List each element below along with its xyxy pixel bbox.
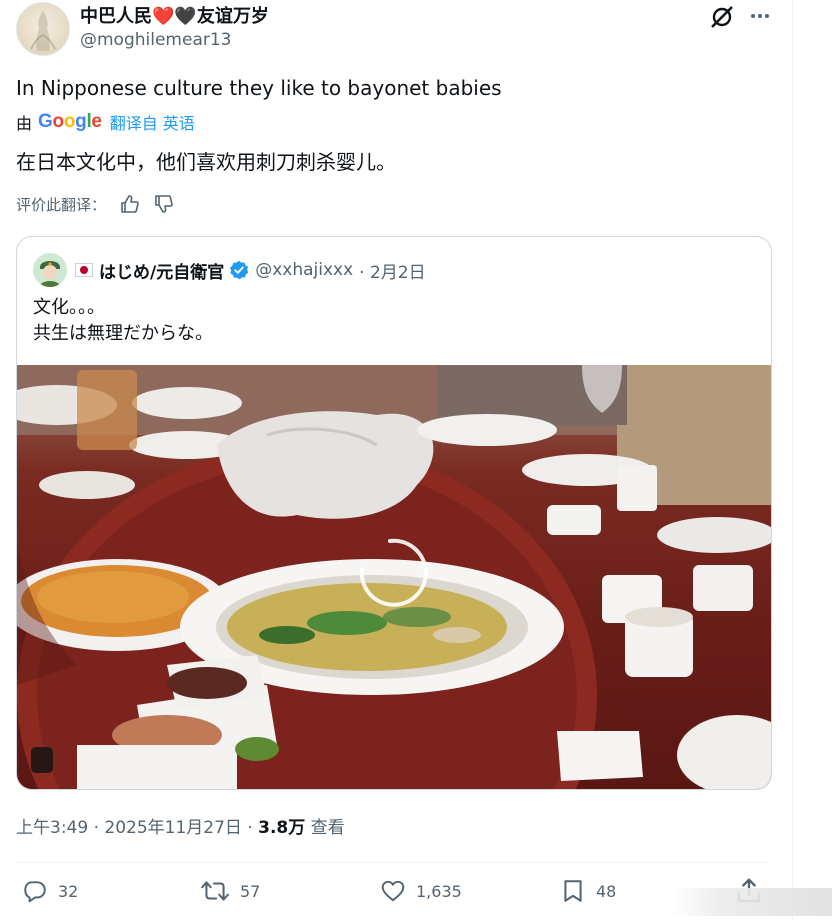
quoted-avatar[interactable] [33,253,67,287]
bookmark-count: 48 [596,881,617,901]
author-handle[interactable]: @moghilemear13 [80,30,232,50]
bookmark-icon [564,880,582,902]
video-control-badge[interactable] [31,747,53,773]
more-options-icon[interactable] [746,4,774,28]
rate-translation-row: 评价此翻译： [16,192,174,216]
repost-count: 57 [240,881,261,901]
thumbs-up-icon[interactable] [120,194,140,214]
quoted-post-card[interactable]: はじめ/元自衛官 @xxhajixxx · 2月2日 文化。。。 共生は無理だか… [16,236,772,790]
google-logo: Google [38,111,102,133]
repost-button[interactable]: 57 [200,876,260,906]
google-logo-letter: o [63,111,76,132]
video-frame [17,365,771,789]
quoted-date[interactable]: · 2月2日 [359,258,425,283]
translated-from-link[interactable]: 翻译自 英语 [110,110,195,134]
google-logo-letter: g [75,111,87,132]
verified-badge-icon[interactable] [229,260,249,280]
views-label: 查看 [305,818,345,838]
video-player[interactable] [17,365,771,789]
quoted-display-name[interactable]: はじめ/元自衛官 [99,258,224,283]
google-logo-letter: e [91,111,102,132]
grok-icon[interactable] [708,4,736,30]
watermark-overlay [672,888,832,916]
author-display-name[interactable]: 中巴人民❤️🖤友谊万岁 [80,2,269,28]
thumbs-down-icon[interactable] [154,194,174,214]
translated-text: 在日本文化中，他们喜欢用刺刀刺杀婴儿。 [16,150,396,174]
quoted-text-line-1: 文化。。。 [33,297,105,318]
views-count: 3.8万 [258,818,306,838]
column-border [792,0,793,920]
heart-icon [381,880,405,902]
like-button[interactable]: 1,635 [380,876,462,906]
repost-icon [201,881,229,901]
japan-flag-icon [75,263,93,277]
translated-by-row: 由 Google 翻译自 英语 [16,110,195,134]
bookmark-button[interactable]: 48 [560,876,616,906]
reply-button[interactable]: 32 [22,876,78,906]
quoted-handle[interactable]: @xxhajixxx [255,260,353,280]
time-date[interactable]: 上午3:49 · 2025年11月27日 · [16,818,258,838]
reply-icon [24,881,46,903]
like-count: 1,635 [416,881,462,901]
translated-by-label: 由 [16,114,33,133]
post-timestamp[interactable]: 上午3:49 · 2025年11月27日 · 3.8万 查看 [16,813,345,838]
quoted-text-line-2: 共生は無理だからな。 [33,323,213,344]
quoted-header: はじめ/元自衛官 @xxhajixxx · 2月2日 [75,257,426,283]
google-logo-letter: o [52,111,65,132]
avatar[interactable] [16,2,70,56]
divider [16,862,770,863]
reply-count: 32 [58,881,79,901]
rate-translation-label: 评价此翻译： [16,195,107,214]
google-logo-letter: G [38,111,53,132]
tweet-text: In Nipponese culture they like to bayone… [16,76,502,100]
